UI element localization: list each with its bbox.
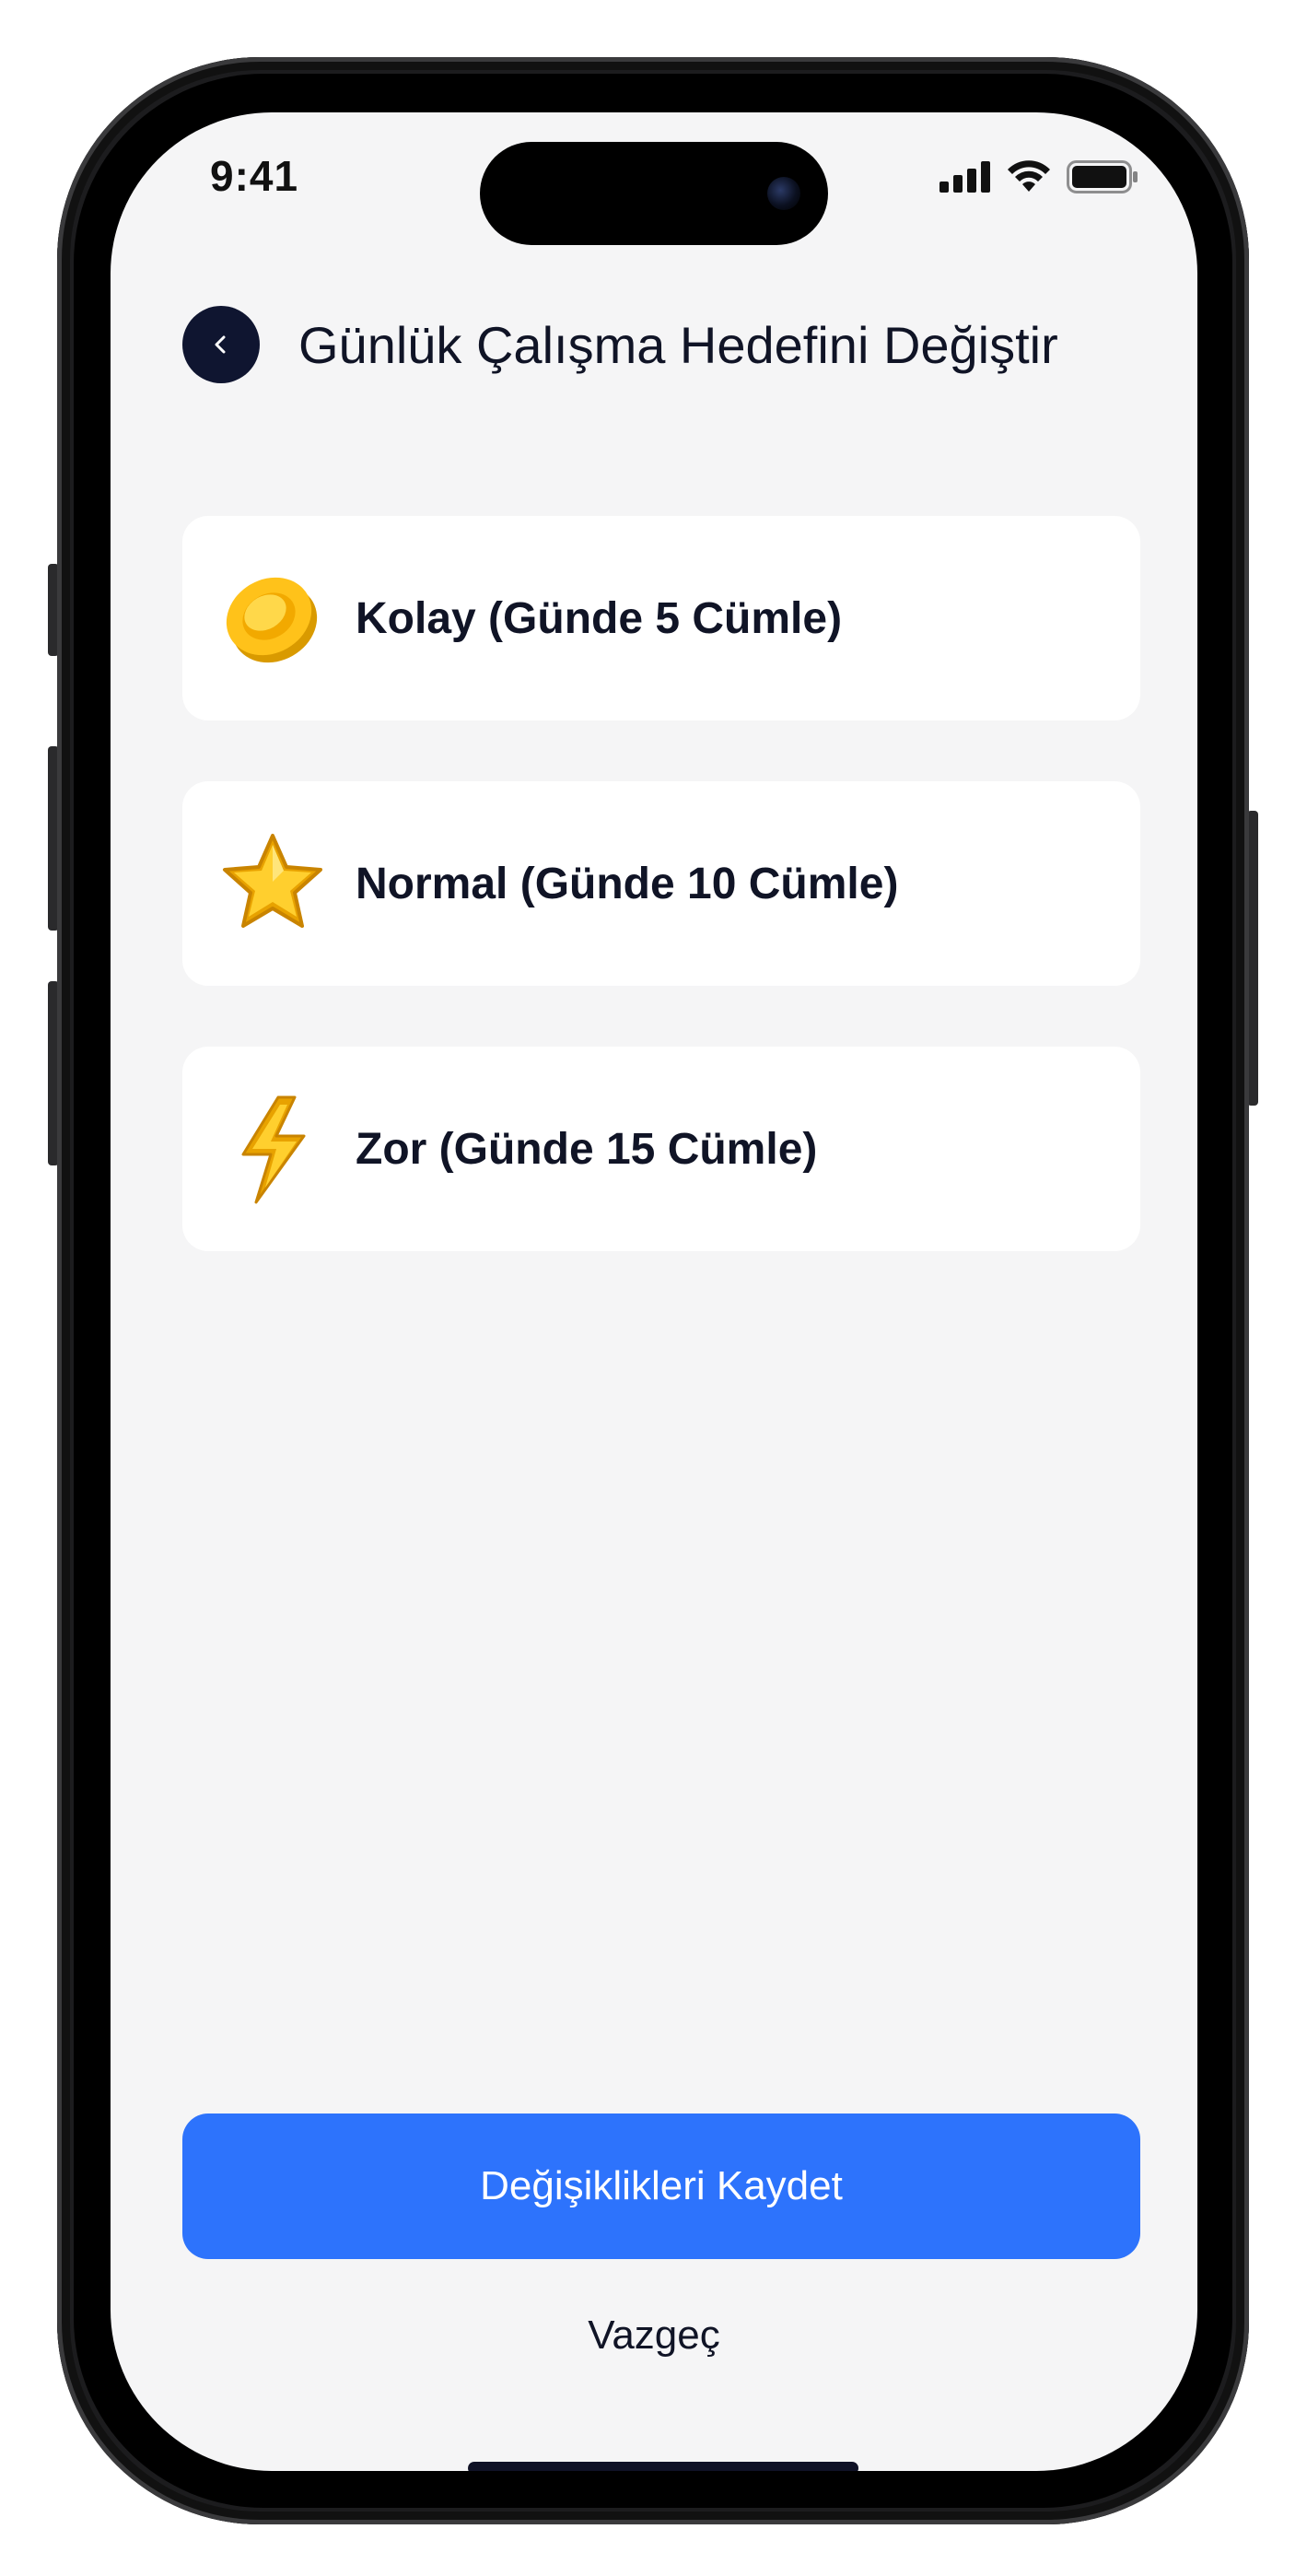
status-icons <box>939 160 1138 193</box>
status-time: 9:41 <box>210 152 299 200</box>
cancel-button[interactable]: Vazgeç <box>111 2313 1197 2359</box>
signal-icon <box>939 161 990 193</box>
star-icon <box>216 826 330 941</box>
option-normal-label: Normal (Günde 10 Cümle) <box>356 859 899 908</box>
battery-icon <box>1067 160 1138 193</box>
home-indicator <box>468 2462 858 2471</box>
option-hard[interactable]: Zor (Günde 15 Cümle) <box>182 1047 1140 1251</box>
screen: 9:41 Günlük Çalışma Hedefini Değiştir Ko… <box>111 112 1197 2471</box>
dynamic-island <box>480 142 828 245</box>
lightning-icon <box>216 1092 330 1206</box>
option-hard-label: Zor (Günde 15 Cümle) <box>356 1124 818 1174</box>
header: Günlük Çalışma Hedefini Değiştir <box>182 306 1058 383</box>
page-title: Günlük Çalışma Hedefini Değiştir <box>298 315 1058 374</box>
coin-icon <box>216 561 330 675</box>
option-easy-label: Kolay (Günde 5 Cümle) <box>356 593 843 643</box>
option-normal[interactable]: Normal (Günde 10 Cümle) <box>182 781 1140 986</box>
back-button[interactable] <box>182 306 260 383</box>
wifi-icon <box>1008 160 1050 192</box>
option-easy[interactable]: Kolay (Günde 5 Cümle) <box>182 516 1140 720</box>
save-button[interactable]: Değişiklikleri Kaydet <box>182 2113 1140 2259</box>
camera-icon <box>767 177 800 210</box>
chevron-left-icon <box>215 335 226 354</box>
